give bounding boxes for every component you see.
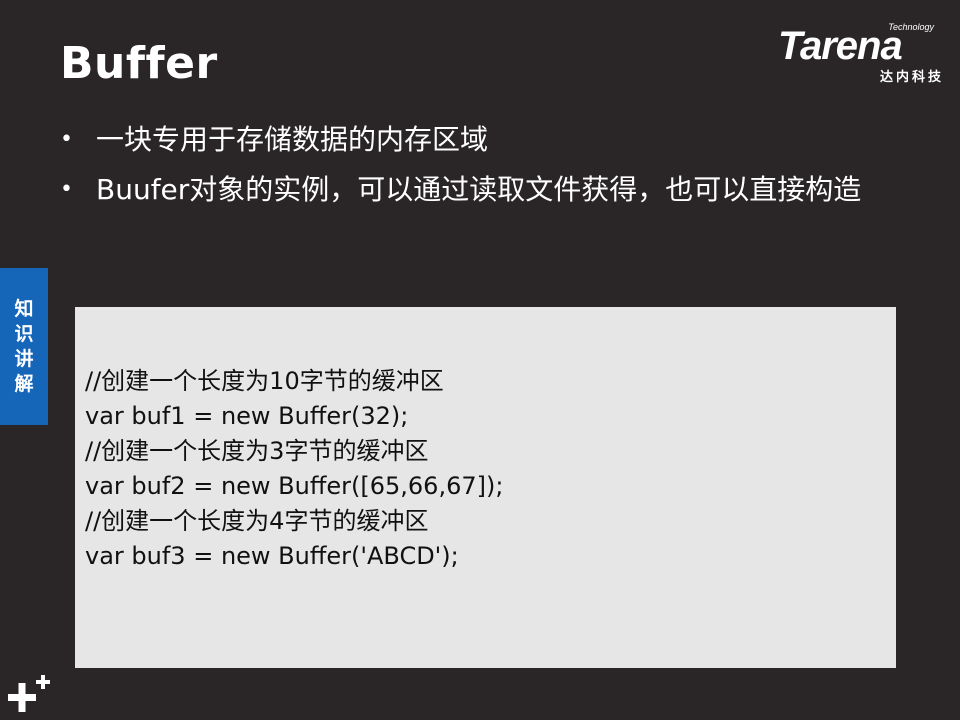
code-box: //创建一个长度为10字节的缓冲区 var buf1 = new Buffer(… (75, 307, 896, 668)
logo-subtitle: 达内科技 (879, 70, 944, 85)
code-line: //创建一个长度为3字节的缓冲区 (85, 437, 429, 465)
code-line: //创建一个长度为4字节的缓冲区 (85, 507, 429, 535)
bullet-text: 一块专用于存储数据的内存区域 (96, 123, 489, 156)
code-line: var buf2 = new Buffer([65,66,67]); (85, 472, 504, 500)
slide-title: Buffer (60, 38, 218, 89)
side-tab-label: 知识讲解 (14, 297, 34, 395)
side-tab: 知识讲解 (0, 268, 48, 425)
bullet-marker: • (60, 177, 73, 202)
code-line: //创建一个长度为10字节的缓冲区 (85, 367, 444, 395)
bullet-marker: • (60, 127, 73, 152)
code-line: var buf3 = new Buffer('ABCD'); (85, 542, 459, 570)
code-block: //创建一个长度为10字节的缓冲区 var buf1 = new Buffer(… (85, 364, 503, 574)
tarena-logo: Technology Tarena 达内科技 (772, 22, 948, 86)
bullet-item: • 一块专用于存储数据的内存区域 (60, 118, 900, 162)
code-line: var buf1 = new Buffer(32); (85, 402, 409, 430)
bullet-list: • 一块专用于存储数据的内存区域 • Buufer对象的实例，可以通过读取文件获… (60, 118, 900, 218)
bullet-item: • Buufer对象的实例，可以通过读取文件获得，也可以直接构造 (60, 168, 900, 212)
slide: Buffer Technology Tarena 达内科技 • 一块专用于存储数… (0, 0, 960, 720)
plus-icon (8, 675, 50, 712)
bullet-text: Buufer对象的实例，可以通过读取文件获得，也可以直接构造 (96, 173, 862, 206)
logo-wordmark: Tarena (778, 24, 903, 68)
